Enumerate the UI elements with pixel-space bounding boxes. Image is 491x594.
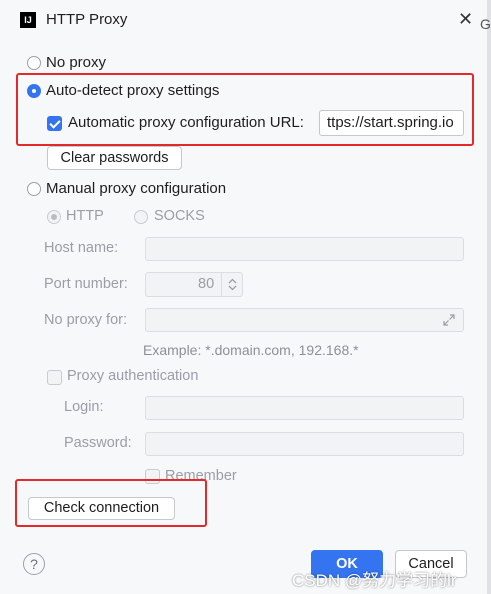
expand-icon[interactable] (442, 313, 456, 327)
http-radio[interactable] (47, 210, 61, 224)
intellij-app-icon: IJ (20, 12, 36, 28)
login-label: Login: (64, 399, 104, 415)
login-input[interactable] (145, 396, 464, 420)
background-window-letter: G (480, 16, 491, 32)
csdn-watermark: CSDN @努力学习的lr (292, 571, 457, 590)
clear-passwords-button[interactable]: Clear passwords (47, 146, 182, 170)
port-spinner[interactable] (221, 273, 243, 296)
help-icon[interactable]: ? (23, 553, 45, 575)
port-number-label: Port number: (44, 276, 128, 292)
no-proxy-radio[interactable] (27, 56, 41, 70)
socks-radio[interactable] (134, 210, 148, 224)
manual-proxy-label[interactable]: Manual proxy configuration (46, 180, 226, 197)
no-proxy-example-hint: Example: *.domain.com, 192.168.* (143, 342, 359, 358)
port-number-value: 80 (198, 276, 215, 292)
title-bar: IJ HTTP Proxy ✕ (0, 0, 491, 40)
port-number-stepper[interactable]: 80 (145, 272, 243, 297)
close-icon[interactable]: ✕ (458, 9, 473, 30)
highlight-box-check-connection (15, 479, 207, 527)
no-proxy-for-input[interactable] (145, 308, 464, 332)
host-name-label: Host name: (44, 240, 119, 256)
no-proxy-label[interactable]: No proxy (46, 54, 106, 71)
dialog-title: HTTP Proxy (46, 11, 128, 28)
host-name-input[interactable] (145, 237, 464, 261)
spinner-arrows-icon (228, 278, 237, 291)
highlight-box-auto-detect (16, 73, 474, 146)
proxy-auth-label: Proxy authentication (67, 368, 199, 384)
http-label: HTTP (66, 208, 104, 224)
socks-label: SOCKS (154, 208, 205, 224)
proxy-auth-checkbox[interactable] (47, 370, 62, 385)
password-label: Password: (64, 435, 132, 451)
background-window-edge (487, 0, 491, 594)
password-input[interactable] (145, 432, 464, 456)
manual-proxy-radio[interactable] (27, 182, 41, 196)
no-proxy-for-label: No proxy for: (44, 312, 127, 328)
